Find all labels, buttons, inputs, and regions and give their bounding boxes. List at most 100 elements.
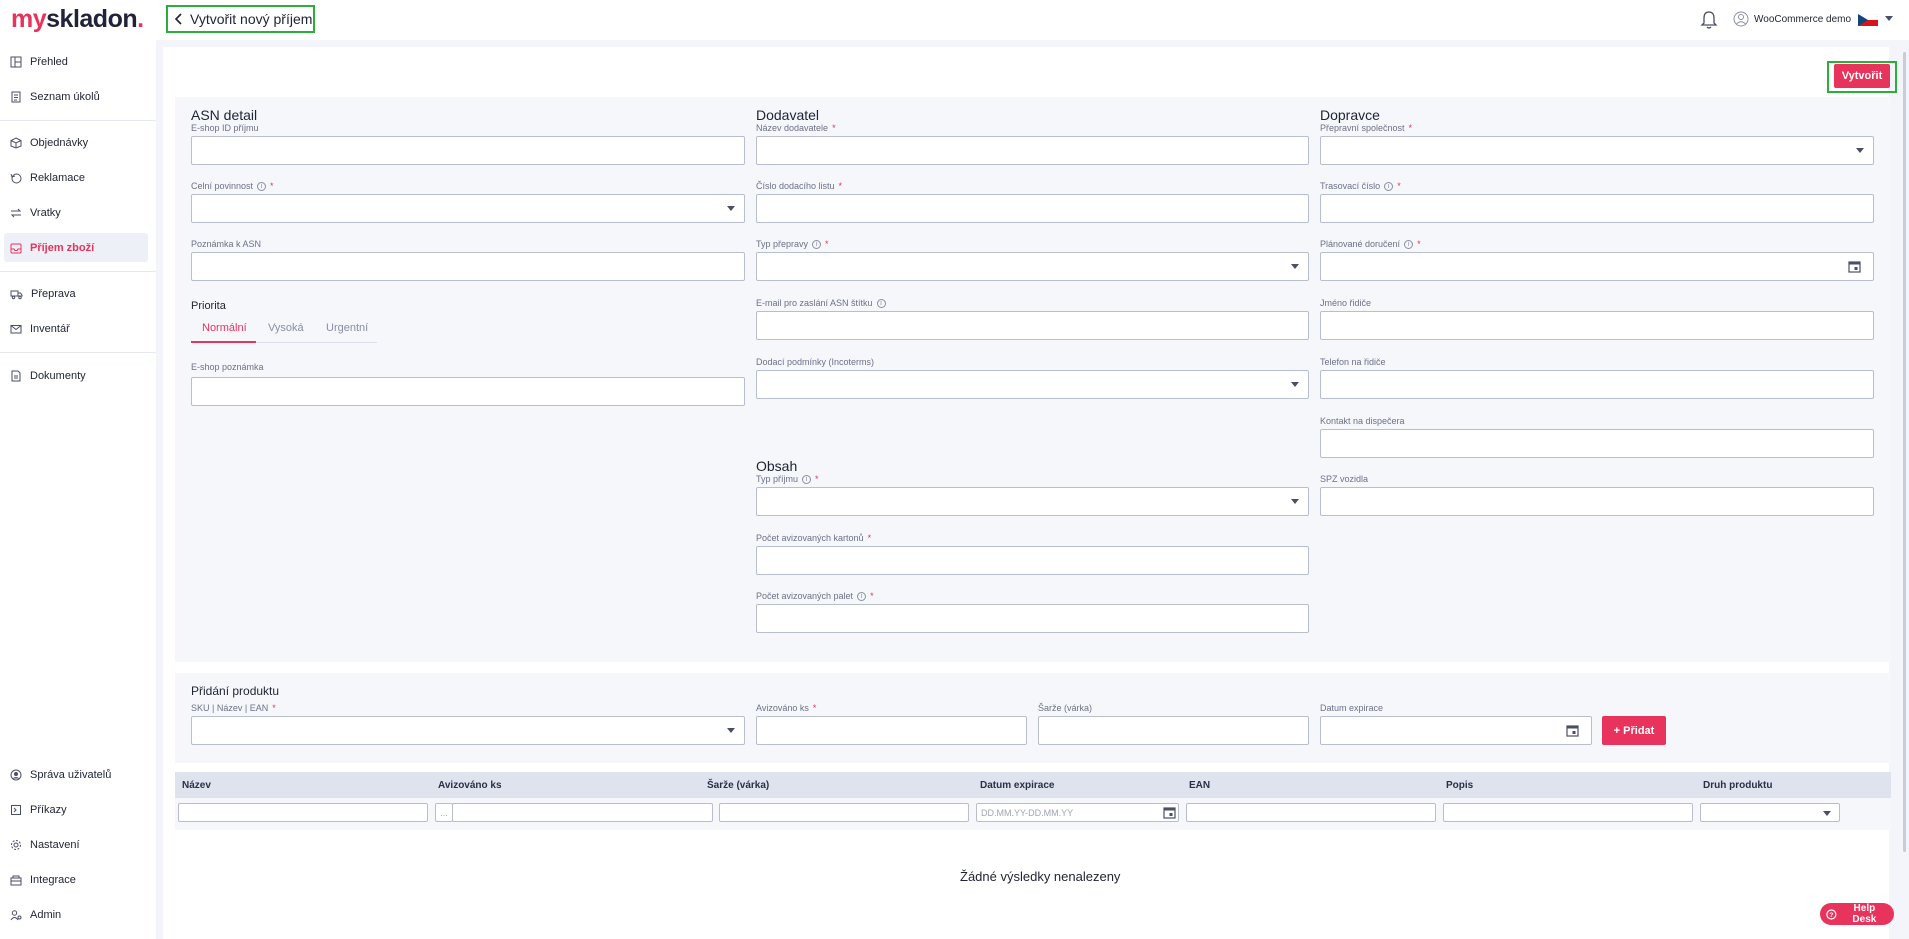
cartons-label: Počet avizovaných kartonů * [756, 533, 872, 543]
sidebar-item-objednavky[interactable]: Objednávky [4, 128, 148, 157]
sidebar-item-preprava[interactable]: Přeprava [4, 279, 148, 308]
eshop-note-input[interactable] [191, 377, 745, 406]
sidebar-item-prehled[interactable]: Přehled [4, 47, 148, 76]
sidebar-item-inventar[interactable]: Inventář [4, 314, 148, 343]
sidebar-item-prikazy[interactable]: Příkazy [4, 795, 148, 824]
empty-state-message: Žádné výsledky nenalezeny [960, 869, 1121, 884]
tab-urgentni[interactable]: Urgentní [326, 322, 368, 334]
batch-input[interactable] [1038, 716, 1309, 745]
calendar-icon[interactable] [1163, 806, 1176, 819]
column-header-sarze[interactable]: Šarže (várka) [707, 780, 769, 791]
sidebar-item-prijem-zbozi[interactable]: Příjem zboží [4, 233, 148, 262]
announced-input[interactable] [756, 716, 1027, 745]
integration-icon [10, 875, 22, 885]
filter-date-input[interactable]: DD.MM.YY-DD.MM.YY [976, 803, 1179, 822]
filter-range-toggle[interactable]: ... [435, 803, 453, 822]
calendar-icon[interactable] [1566, 724, 1579, 737]
asn-email-input[interactable] [756, 311, 1309, 340]
sidebar-item-integrace[interactable]: Integrace [4, 865, 148, 894]
plate-input[interactable] [1320, 487, 1874, 516]
receipt-type-select[interactable] [756, 487, 1309, 516]
asn-note-label: Poznámka k ASN [191, 239, 262, 249]
announced-label: Avizováno ks * [756, 703, 817, 713]
info-icon[interactable]: i [1384, 181, 1394, 191]
mail-icon [10, 324, 22, 333]
supplier-name-input[interactable] [756, 136, 1309, 165]
filter-nazev-input[interactable] [178, 803, 428, 822]
asn-note-input[interactable] [191, 252, 745, 281]
calendar-icon[interactable] [1848, 260, 1861, 273]
sidebar-item-nastaveni[interactable]: Nastavení [4, 830, 148, 859]
create-button[interactable]: Vytvořit [1834, 64, 1890, 88]
tracking-input[interactable] [1320, 194, 1874, 223]
sidebar-item-dokumenty[interactable]: Dokumenty [4, 361, 148, 390]
column-header-ean[interactable]: EAN [1189, 780, 1210, 791]
sku-select[interactable] [191, 716, 745, 745]
czech-flag-icon[interactable] [1858, 14, 1878, 26]
transport-type-label: Typ přepravy i * [756, 239, 829, 249]
cartons-input[interactable] [756, 546, 1309, 575]
filter-avizovano-input[interactable] [452, 803, 713, 822]
eshop-id-input[interactable] [191, 136, 745, 165]
planned-delivery-input[interactable] [1320, 252, 1874, 281]
sidebar-item-admin[interactable]: Admin [4, 900, 148, 929]
asn-detail-title: ASN detail [191, 107, 258, 123]
pallets-input[interactable] [756, 604, 1309, 633]
column-header-avizovano[interactable]: Avizováno ks [438, 780, 502, 791]
filter-sarze-input[interactable] [719, 803, 969, 822]
back-button[interactable]: Vytvořit nový příjem [166, 5, 315, 33]
user-menu[interactable]: WooCommerce demo [1733, 11, 1851, 27]
filter-popis-input[interactable] [1443, 803, 1693, 822]
sidebar-item-reklamace[interactable]: Reklamace [4, 163, 148, 192]
sidebar-divider [0, 120, 156, 121]
expiry-input[interactable] [1320, 716, 1592, 745]
expiry-label: Datum expirace [1320, 703, 1384, 713]
transport-type-select[interactable] [756, 252, 1309, 281]
scrollbar[interactable] [1903, 52, 1906, 852]
tab-active-indicator [191, 341, 256, 343]
chevron-down-icon [727, 728, 735, 733]
sidebar-item-vratky[interactable]: Vratky [4, 198, 148, 227]
tab-normalni[interactable]: Normální [202, 322, 247, 334]
sidebar-item-seznam-ukolu[interactable]: Seznam úkolů [4, 82, 148, 111]
incoterms-select[interactable] [756, 370, 1309, 399]
tab-vysoka[interactable]: Vysoká [268, 322, 304, 334]
sidebar-item-sprava-uzivatelu[interactable]: Správa uživatelů [4, 760, 148, 789]
return-icon [10, 173, 22, 183]
eshop-note-label: E-shop poznámka [191, 362, 264, 372]
filter-date-placeholder: DD.MM.YY-DD.MM.YY [981, 807, 1074, 818]
user-name: WooCommerce demo [1754, 13, 1852, 25]
dispatcher-input[interactable] [1320, 429, 1874, 458]
filter-druh-select[interactable] [1700, 803, 1840, 822]
command-icon [11, 804, 21, 815]
users-icon [10, 769, 22, 780]
column-header-datum-expirace[interactable]: Datum expirace [980, 780, 1054, 791]
filter-ean-input[interactable] [1186, 803, 1436, 822]
info-icon[interactable]: i [812, 239, 822, 249]
column-header-popis[interactable]: Popis [1446, 780, 1473, 791]
customs-select[interactable] [191, 194, 745, 223]
column-header-nazev[interactable]: Název [182, 780, 211, 791]
admin-icon [10, 909, 22, 920]
driver-phone-input[interactable] [1320, 370, 1874, 399]
info-icon[interactable]: i [857, 591, 867, 601]
carrier-company-select[interactable] [1320, 136, 1874, 165]
add-product-button[interactable]: + Přidat [1602, 716, 1666, 745]
chevron-down-icon [1291, 499, 1299, 504]
delivery-note-input[interactable] [756, 194, 1309, 223]
sidebar-divider [0, 271, 156, 272]
info-icon[interactable]: i [802, 474, 812, 484]
chevron-down-icon [1856, 148, 1864, 153]
info-icon[interactable]: i [876, 298, 886, 308]
column-header-druh-produktu[interactable]: Druh produktu [1703, 780, 1772, 791]
help-icon: ? [1826, 908, 1837, 920]
help-desk-button[interactable]: ? Help Desk [1820, 903, 1894, 925]
info-icon[interactable]: i [1404, 239, 1414, 249]
info-icon[interactable]: i [257, 181, 267, 191]
driver-name-input[interactable] [1320, 311, 1874, 340]
logo[interactable]: myskladon. [11, 5, 144, 34]
plate-label: SPZ vozidla [1320, 474, 1369, 484]
chevron-down-icon[interactable] [1885, 16, 1893, 22]
bell-icon[interactable] [1700, 10, 1718, 30]
customs-label: Celní povinnost i * [191, 181, 274, 191]
